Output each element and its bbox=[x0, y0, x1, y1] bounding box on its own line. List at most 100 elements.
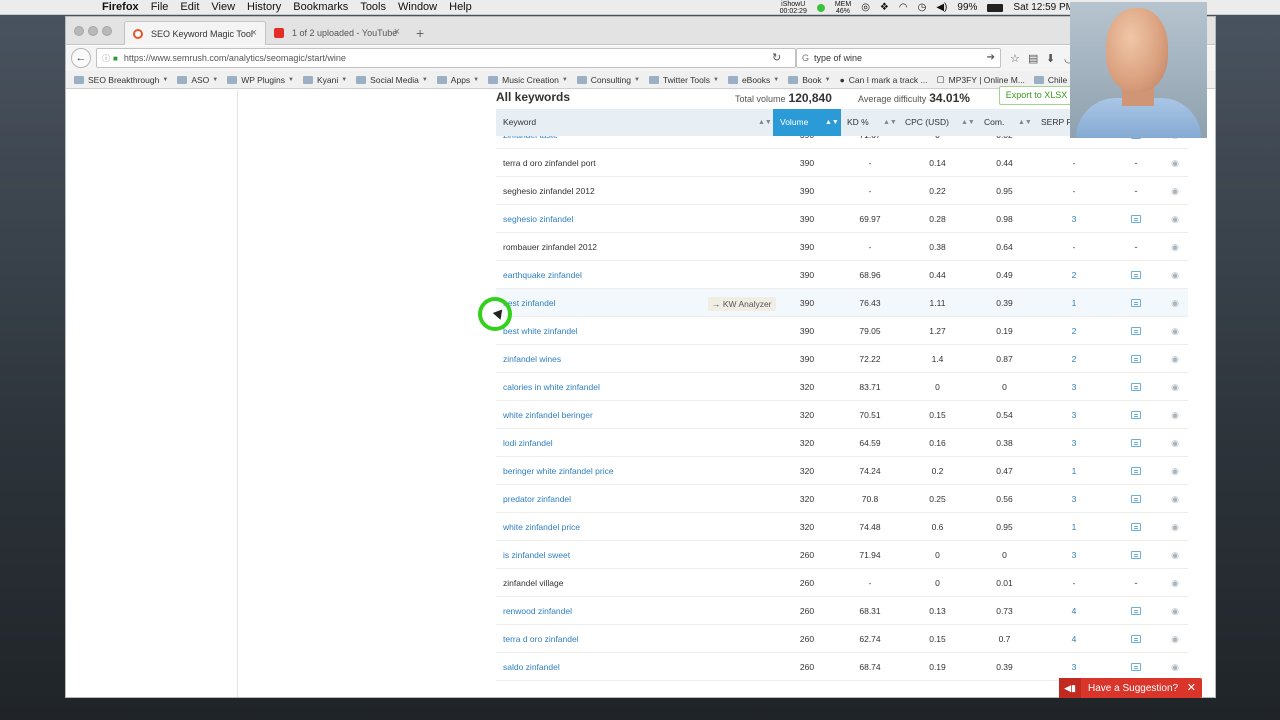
time-machine-icon[interactable]: ◷ bbox=[918, 2, 927, 13]
menu-history[interactable]: History bbox=[247, 1, 281, 13]
menu-help[interactable]: Help bbox=[449, 1, 472, 13]
keyword-cell[interactable]: zinfandel taste bbox=[503, 136, 558, 149]
kw-analyzer-button[interactable]: → KW Analyzer bbox=[708, 297, 776, 311]
search-input[interactable]: G type of wine ➔ bbox=[796, 48, 1001, 68]
menu-app-firefox[interactable]: Firefox bbox=[102, 1, 139, 13]
serp-features-cell[interactable]: 1 bbox=[1033, 513, 1115, 541]
eye-icon[interactable]: ◉ bbox=[1158, 373, 1188, 401]
keyword-cell[interactable]: is zinfandel sweet bbox=[503, 541, 570, 569]
serp-features-cell[interactable]: 3 bbox=[1033, 485, 1115, 513]
eye-icon[interactable]: ◉ bbox=[1158, 233, 1188, 261]
table-row[interactable]: renwood zinfandel 260 68.31 0.13 0.73 4 ◉ bbox=[496, 597, 1188, 625]
column-keyword[interactable]: Keyword ▲▼ bbox=[503, 109, 773, 136]
keyword-cell[interactable]: white zinfandel beringer bbox=[503, 401, 593, 429]
serp-document-icon[interactable] bbox=[1118, 317, 1154, 345]
menu-file[interactable]: File bbox=[151, 1, 169, 13]
menu-edit[interactable]: Edit bbox=[180, 1, 199, 13]
eye-icon[interactable]: ◉ bbox=[1158, 457, 1188, 485]
eye-icon[interactable]: ◉ bbox=[1158, 485, 1188, 513]
eye-icon[interactable]: ◉ bbox=[1158, 429, 1188, 457]
table-row[interactable]: white zinfandel price 320 74.48 0.6 0.95 1 ◉ bbox=[496, 513, 1188, 541]
url-text[interactable]: https://www.semrush.com/analytics/seomag… bbox=[124, 53, 346, 63]
table-row[interactable]: predator zinfandel 320 70.8 0.25 0.56 3 ◉ bbox=[496, 485, 1188, 513]
keyword-cell[interactable]: calories in white zinfandel bbox=[503, 373, 600, 401]
table-row[interactable]: earthquake zinfandel 390 68.96 0.44 0.49 2 ◉ bbox=[496, 261, 1188, 289]
reload-icon[interactable]: ↻ bbox=[772, 51, 781, 64]
table-row[interactable]: best zinfandel 390 76.43 1.11 0.39 1 ◉ → KW Ana… bbox=[496, 289, 1188, 317]
recorder-status[interactable]: iShowU 00:02:29 bbox=[780, 1, 807, 15]
eye-icon[interactable]: ◉ bbox=[1158, 653, 1188, 681]
serp-document-icon[interactable] bbox=[1118, 625, 1154, 653]
sort-icon[interactable]: ▲▼ bbox=[825, 109, 839, 136]
table-row[interactable]: seghesio zinfandel 390 69.97 0.28 0.98 3 ◉ bbox=[496, 205, 1188, 233]
serp-document-icon[interactable] bbox=[1118, 345, 1154, 373]
bookmark-folder[interactable]: Kyani ▼ bbox=[302, 75, 347, 85]
serp-features-cell[interactable]: 4 bbox=[1033, 625, 1115, 653]
bookmark-folder[interactable]: Twitter Tools ▼ bbox=[648, 75, 719, 85]
bookmark-folder[interactable]: eBooks ▼ bbox=[727, 75, 779, 85]
column-com[interactable]: Com. ▲▼ bbox=[984, 109, 1032, 136]
table-row[interactable]: beringer white zinfandel price 320 74.24 0.… bbox=[496, 457, 1188, 485]
serp-features-cell[interactable]: 2 bbox=[1033, 261, 1115, 289]
battery-icon[interactable] bbox=[987, 3, 1004, 12]
table-row[interactable]: zinfandel village 260 - 0 0.01 - - ◉ bbox=[496, 569, 1188, 597]
sort-icon[interactable]: ▲▼ bbox=[1018, 109, 1032, 136]
tab-youtube[interactable]: 1 of 2 uploaded - YouTube × bbox=[266, 21, 408, 45]
bookmark-folder[interactable]: WP Plugins ▼ bbox=[227, 75, 294, 85]
url-bar[interactable]: ⓘ ■ https://www.semrush.com/analytics/se… bbox=[96, 48, 796, 68]
window-zoom-button[interactable] bbox=[102, 26, 112, 36]
serp-document-icon[interactable] bbox=[1118, 373, 1154, 401]
table-row[interactable]: saldo zinfandel 260 68.74 0.19 0.39 3 ◉ bbox=[496, 653, 1188, 681]
eye-icon[interactable]: ◉ bbox=[1158, 569, 1188, 597]
close-icon[interactable]: × bbox=[251, 27, 257, 39]
eye-icon[interactable]: ◉ bbox=[1158, 289, 1188, 317]
serp-document-icon[interactable] bbox=[1118, 289, 1154, 317]
keyword-cell[interactable]: beringer white zinfandel price bbox=[503, 457, 614, 485]
serp-document-icon[interactable] bbox=[1118, 457, 1154, 485]
menu-tools[interactable]: Tools bbox=[360, 1, 386, 13]
bookmark-folder[interactable]: SEO Breakthrough ▼ bbox=[74, 75, 168, 85]
bookmark-folder[interactable]: Consulting ▼ bbox=[576, 75, 640, 85]
info-icon[interactable]: ⓘ bbox=[102, 53, 110, 64]
close-icon[interactable]: ✕ bbox=[1187, 681, 1196, 694]
serp-features-cell[interactable]: 4 bbox=[1033, 597, 1115, 625]
close-icon[interactable]: × bbox=[394, 26, 400, 38]
serp-document-icon[interactable] bbox=[1118, 513, 1154, 541]
keyword-cell[interactable]: best white zinfandel bbox=[503, 317, 578, 345]
window-close-button[interactable] bbox=[74, 26, 84, 36]
star-icon[interactable]: ☆ bbox=[1010, 52, 1020, 65]
serp-features-cell[interactable]: 2 bbox=[1033, 317, 1115, 345]
eye-icon[interactable]: ◉ bbox=[1158, 177, 1188, 205]
sort-icon[interactable]: ▲▼ bbox=[961, 109, 975, 136]
serp-features-cell[interactable]: 3 bbox=[1033, 653, 1115, 681]
eye-icon[interactable]: ◉ bbox=[1158, 317, 1188, 345]
bookmark-folder[interactable]: ASO ▼ bbox=[177, 75, 218, 85]
keyword-cell[interactable]: white zinfandel price bbox=[503, 513, 580, 541]
eye-icon[interactable]: ◉ bbox=[1158, 205, 1188, 233]
table-row[interactable]: best white zinfandel 390 79.05 1.27 0.19 2 ◉ bbox=[496, 317, 1188, 345]
table-row[interactable]: seghesio zinfandel 2012 390 - 0.22 0.95 - - ◉ bbox=[496, 177, 1188, 205]
tab-semrush[interactable]: SEO Keyword Magic Tool × bbox=[124, 21, 266, 45]
eye-icon[interactable]: ◉ bbox=[1158, 401, 1188, 429]
menu-bookmarks[interactable]: Bookmarks bbox=[293, 1, 348, 13]
downloads-icon[interactable]: ⬇ bbox=[1046, 52, 1055, 65]
window-minimize-button[interactable] bbox=[88, 26, 98, 36]
new-tab-button[interactable]: + bbox=[416, 25, 424, 41]
serp-document-icon[interactable] bbox=[1118, 401, 1154, 429]
table-row[interactable]: rombauer zinfandel 2012 390 - 0.38 0.64 - - ◉ bbox=[496, 233, 1188, 261]
eye-icon[interactable]: ◉ bbox=[1158, 149, 1188, 177]
bookmark-folder[interactable]: Music Creation ▼ bbox=[488, 75, 568, 85]
keyword-cell[interactable]: zinfandel wines bbox=[503, 345, 561, 373]
eye-icon[interactable]: ◉ bbox=[1158, 625, 1188, 653]
menu-view[interactable]: View bbox=[211, 1, 235, 13]
table-row[interactable]: is zinfandel sweet 260 71.94 0 0 3 ◉ bbox=[496, 541, 1188, 569]
column-kd[interactable]: KD % ▲▼ bbox=[847, 109, 899, 136]
keyword-cell[interactable]: lodi zinfandel bbox=[503, 429, 553, 457]
table-row[interactable]: terra d oro zinfandel port 390 - 0.14 0.44 - -… bbox=[496, 149, 1188, 177]
bookmark-folder[interactable]: Apps ▼ bbox=[436, 75, 479, 85]
dropbox-icon[interactable]: ❖ bbox=[880, 2, 889, 13]
eye-icon[interactable]: ◉ bbox=[1158, 513, 1188, 541]
table-row[interactable]: white zinfandel beringer 320 70.51 0.15 0.54… bbox=[496, 401, 1188, 429]
bookmark-link[interactable]: ▢ MP3FY | Online M... bbox=[937, 74, 1025, 85]
memory-status[interactable]: MEM 46% bbox=[835, 1, 851, 15]
